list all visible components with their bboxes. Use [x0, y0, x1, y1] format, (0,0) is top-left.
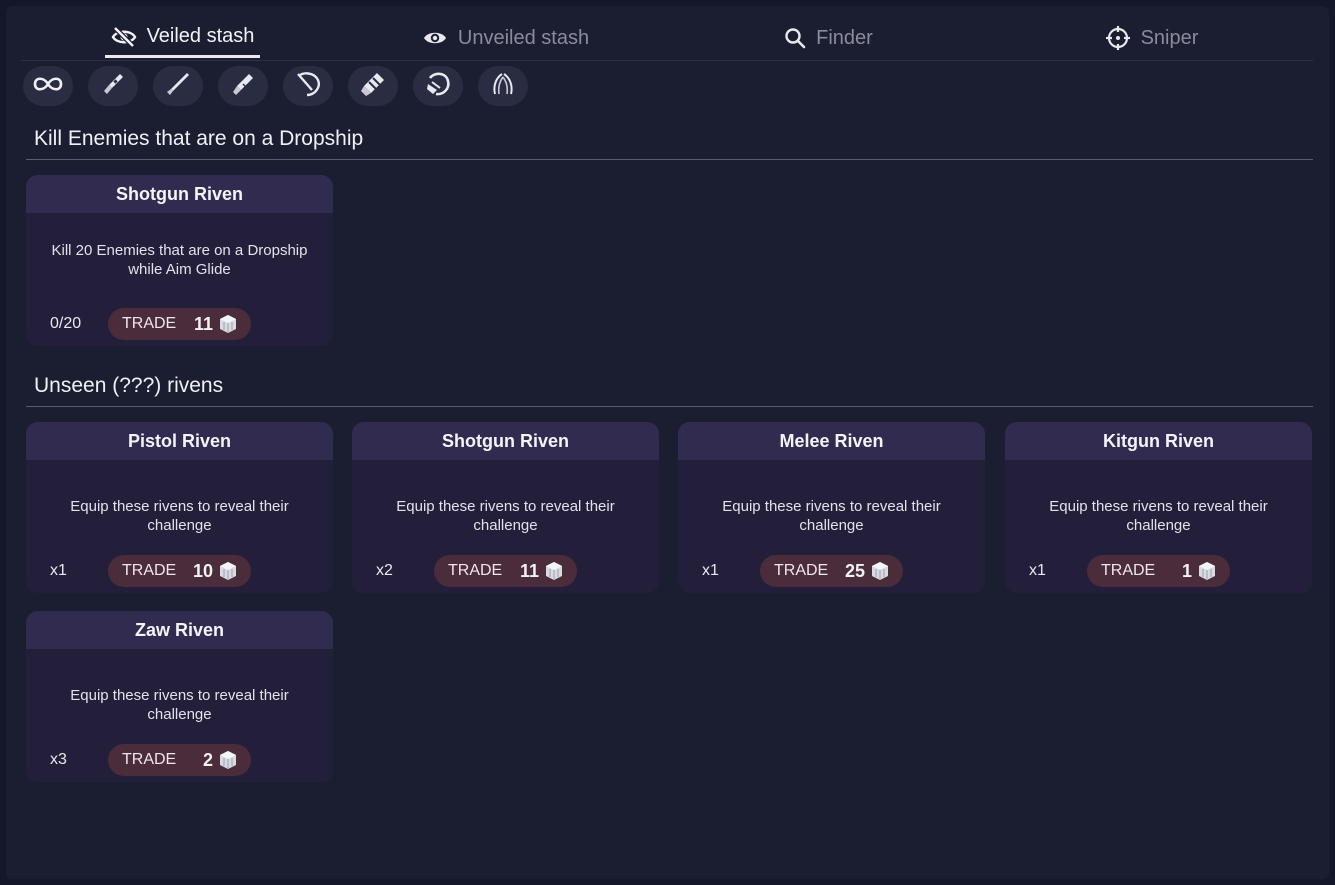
trade-price: 1 [1181, 560, 1192, 581]
eye-icon [422, 27, 448, 49]
card-title: Zaw Riven [26, 611, 333, 649]
crosshair-icon [1105, 25, 1131, 51]
tab-label: Sniper [1140, 26, 1199, 49]
filter-zaw[interactable] [413, 66, 463, 106]
card-title: Pistol Riven [26, 422, 333, 460]
card-title: Melee Riven [678, 422, 985, 460]
trade-price: 25 [844, 560, 865, 581]
filter-rifle[interactable] [153, 66, 203, 106]
card-quantity: x1 [1029, 562, 1046, 579]
trade-button[interactable]: TRADE 25 [760, 555, 903, 587]
trade-price: 11 [193, 313, 213, 334]
kuva-icon [218, 750, 238, 775]
section-divider [26, 159, 1313, 160]
card-quantity: x1 [702, 562, 719, 579]
trade-label: TRADE [122, 562, 177, 579]
eye-slash-icon [111, 25, 137, 48]
zaw-icon [424, 70, 452, 103]
card-title: Shotgun Riven [352, 422, 659, 460]
card-challenge: Equip these rivens to reveal their chall… [722, 498, 941, 534]
card-challenge: Equip these rivens to reveal their chall… [1049, 498, 1268, 534]
kuva-icon [544, 561, 564, 586]
kuva-icon [1197, 561, 1217, 586]
trade-label: TRADE [1101, 562, 1156, 579]
weapon-filter-bar [23, 66, 528, 106]
tab-label: Unveiled stash [457, 26, 590, 49]
infinity-icon [32, 75, 64, 98]
kitgun-icon [359, 70, 387, 103]
filter-melee[interactable] [283, 66, 333, 106]
filter-pistol[interactable] [88, 66, 138, 106]
card-challenge: Equip these rivens to reveal their chall… [70, 687, 289, 723]
pistol-icon [100, 71, 126, 102]
riven-card: Zaw Riven Equip these rivens to reveal t… [26, 611, 333, 782]
riven-card: Pistol Riven Equip these rivens to revea… [26, 422, 333, 593]
melee-icon [294, 70, 322, 103]
filter-kitgun[interactable] [348, 66, 398, 106]
tab-bar: Veiled stash Unveiled stash Finder Snipe… [21, 18, 1313, 61]
card-challenge: Equip these rivens to reveal their chall… [396, 498, 615, 534]
kuva-icon [870, 561, 890, 586]
riven-card: Shotgun Riven Equip these rivens to reve… [352, 422, 659, 593]
riven-card: Shotgun Riven Kill 20 Enemies that are o… [26, 175, 333, 346]
search-icon [784, 27, 806, 49]
card-title: Kitgun Riven [1005, 422, 1312, 460]
card-quantity: x1 [50, 562, 67, 579]
trade-label: TRADE [448, 562, 503, 579]
filter-shotgun[interactable] [218, 66, 268, 106]
section-title-challenge: Kill Enemies that are on a Dropship [34, 127, 364, 150]
tab-veiled-stash[interactable]: Veiled stash [21, 18, 344, 60]
rifle-icon [165, 71, 191, 102]
tab-label: Finder [816, 26, 873, 49]
trade-button[interactable]: TRADE 11 [434, 555, 577, 587]
trade-button[interactable]: TRADE 2 [108, 744, 251, 776]
card-quantity: x3 [50, 751, 67, 768]
card-challenge: Kill 20 Enemies that are on a Dropship w… [51, 242, 308, 278]
section-title-unseen: Unseen (???) rivens [34, 374, 224, 397]
card-progress: 0/20 [50, 315, 82, 332]
kuva-icon [218, 561, 238, 586]
card-quantity: x2 [376, 562, 393, 579]
card-title: Shotgun Riven [26, 175, 333, 213]
card-challenge: Equip these rivens to reveal their chall… [70, 498, 289, 534]
filter-archgun[interactable] [478, 66, 528, 106]
app-window: Veiled stash Unveiled stash Finder Snipe… [6, 6, 1329, 879]
trade-button[interactable]: TRADE 1 [1087, 555, 1230, 587]
trade-price: 10 [192, 560, 213, 581]
tab-label: Veiled stash [146, 25, 255, 47]
trade-label: TRADE [122, 751, 177, 768]
tab-unveiled-stash[interactable]: Unveiled stash [344, 18, 667, 60]
trade-label: TRADE [774, 562, 829, 579]
trade-price: 2 [202, 749, 213, 770]
trade-button[interactable]: TRADE 11 [108, 308, 251, 340]
riven-card: Kitgun Riven Equip these rivens to revea… [1005, 422, 1312, 593]
shotgun-icon [230, 71, 256, 102]
tab-finder[interactable]: Finder [667, 18, 990, 60]
trade-button[interactable]: TRADE 10 [108, 555, 251, 587]
filter-all[interactable] [23, 66, 73, 106]
section-divider [26, 406, 1313, 407]
trade-price: 11 [519, 560, 539, 581]
tab-sniper[interactable]: Sniper [990, 18, 1313, 60]
archgun-icon [489, 70, 517, 103]
kuva-icon [218, 314, 238, 339]
trade-label: TRADE [122, 315, 177, 332]
riven-card: Melee Riven Equip these rivens to reveal… [678, 422, 985, 593]
